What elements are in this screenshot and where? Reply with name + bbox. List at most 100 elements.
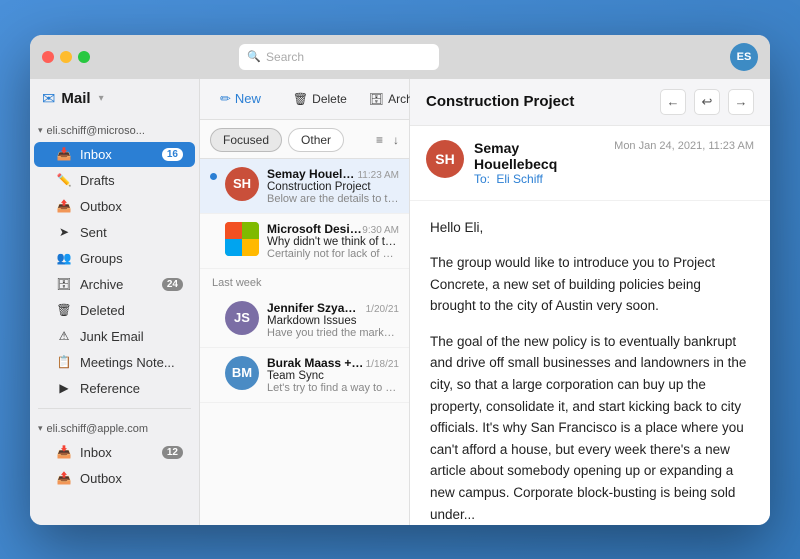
sidebar-item-label: Outbox [80, 471, 122, 486]
sidebar-item-groups[interactable]: 👥 Groups [34, 246, 195, 271]
sidebar-item-outbox-2[interactable]: 📤 Outbox [34, 466, 195, 491]
email-subject: Why didn't we think of this? [267, 236, 399, 248]
archive-badge: 24 [162, 278, 183, 291]
email-header-info: Semay Houellebecq To: Eli Schiff [474, 140, 604, 186]
main-content: ✉ Mail ▾ ▾ eli.schiff@microso... 📥 Inbox… [30, 79, 770, 525]
drafts-icon: ✏️ [56, 173, 72, 187]
email-body: Hello Eli, The group would like to intro… [410, 201, 770, 525]
email-time: 9:30 AM [362, 225, 399, 236]
email-paragraph-1: The group would like to introduce you to… [430, 252, 750, 317]
sidebar-item-label: Junk Email [80, 329, 144, 344]
email-sender: Jennifer Szyamnski [267, 301, 366, 315]
sidebar-item-inbox-2[interactable]: 📥 Inbox 12 [34, 440, 195, 465]
groups-icon: 👥 [56, 251, 72, 265]
nav-buttons: ← ↩ → [660, 89, 754, 115]
sidebar-item-junk[interactable]: ⚠ Junk Email [34, 324, 195, 349]
forward-nav-button[interactable]: → [728, 89, 754, 115]
avatar: SH [225, 167, 259, 201]
email-top: Semay Houellebecq 11:23 AM [267, 167, 399, 181]
email-header-date: Mon Jan 24, 2021, 11:23 AM [614, 140, 754, 152]
sidebar-item-label: Outbox [80, 199, 122, 214]
email-item[interactable]: Microsoft Design 9:30 AM Why didn't we t… [200, 214, 409, 269]
filter-icon[interactable]: ≡ [376, 133, 383, 147]
reading-pane: Construction Project ← ↩ → SH Semay Houe… [410, 79, 770, 525]
avatar: JS [225, 301, 259, 335]
sidebar-item-label: Drafts [80, 173, 115, 188]
sidebar-item-label: Inbox [80, 445, 112, 460]
sent-icon: ➤ [56, 225, 72, 239]
other-tab[interactable]: Other [288, 128, 344, 152]
sidebar-divider [38, 408, 191, 409]
reading-toolbar: Construction Project ← ↩ → [410, 79, 770, 126]
sidebar-item-label: Sent [80, 225, 107, 240]
avatar-initials: ES [737, 51, 752, 63]
account-chevron-2-icon: ▾ [38, 423, 43, 434]
email-subject-title: Construction Project [426, 93, 660, 110]
email-toolbar: ✏ New 🗑 Delete 🗄 Archive 📁 Move 🚩 [200, 79, 409, 120]
reply-nav-button[interactable]: ↩ [694, 89, 720, 115]
email-top: Burak Maass + 2 others 1/18/21 [267, 356, 399, 370]
sidebar-item-deleted[interactable]: 🗑 Deleted [34, 298, 195, 323]
account-chevron-icon: ▾ [38, 125, 43, 136]
email-header-to: To: Eli Schiff [474, 172, 604, 186]
email-time: 1/20/21 [366, 304, 399, 315]
deleted-icon: 🗑 [56, 303, 72, 317]
account-header-2[interactable]: ▾ eli.schiff@apple.com [30, 419, 199, 439]
inbox-2-icon: 📥 [56, 445, 72, 459]
new-email-button[interactable]: ✏ New [212, 87, 269, 111]
sidebar-app-name: Mail [61, 90, 90, 107]
focused-tab[interactable]: Focused [210, 128, 282, 152]
close-button[interactable] [42, 51, 54, 63]
sidebar-item-inbox[interactable]: 📥 Inbox 16 [34, 142, 195, 167]
email-item[interactable]: JS Jennifer Szyamnski 1/20/21 Markdown I… [200, 293, 409, 348]
delete-button[interactable]: 🗑 Delete [285, 88, 355, 110]
email-subject: Markdown Issues [267, 315, 399, 327]
email-subject: Construction Project [267, 181, 399, 193]
email-time: 11:23 AM [357, 170, 399, 181]
delete-label: Delete [312, 92, 347, 106]
email-content: Semay Houellebecq 11:23 AM Construction … [267, 167, 399, 205]
minimize-button[interactable] [60, 51, 72, 63]
app-window: 🔍 Search ES ✉ Mail ▾ ▾ eli.schiff@micros… [30, 35, 770, 525]
sidebar-item-meetings[interactable]: 📋 Meetings Note... [34, 350, 195, 375]
account-name-2: eli.schiff@apple.com [47, 423, 148, 435]
sort-icon[interactable]: ↓ [393, 133, 399, 147]
chevron-down-icon: ▾ [99, 93, 104, 104]
email-time: 1/18/21 [366, 359, 399, 370]
email-item[interactable]: SH Semay Houellebecq 11:23 AM Constructi… [200, 159, 409, 214]
sidebar-item-label: Groups [80, 251, 123, 266]
sidebar-item-label: Archive [80, 277, 123, 292]
email-sender: Burak Maass + 2 others [267, 356, 366, 370]
back-nav-button[interactable]: ← [660, 89, 686, 115]
email-preview: Let's try to find a way to schedule a... [267, 382, 399, 394]
search-placeholder: Search [266, 50, 304, 64]
user-avatar[interactable]: ES [730, 43, 758, 71]
sidebar-item-reference[interactable]: ▶ Reference [34, 376, 195, 401]
search-bar[interactable]: 🔍 Search [239, 44, 439, 70]
inbox-icon: 📥 [56, 147, 72, 161]
email-top: Microsoft Design 9:30 AM [267, 222, 399, 236]
meetings-icon: 📋 [56, 355, 72, 369]
sidebar-item-drafts[interactable]: ✏️ Drafts [34, 168, 195, 193]
delete-icon: 🗑 [293, 92, 308, 106]
account-header-1[interactable]: ▾ eli.schiff@microso... [30, 121, 199, 141]
reference-icon: ▶ [56, 381, 72, 395]
email-list-pane: ✏ New 🗑 Delete 🗄 Archive 📁 Move 🚩 [200, 79, 410, 525]
archive-icon: 🗄 [56, 277, 72, 291]
email-item[interactable]: BM Burak Maass + 2 others 1/18/21 Team S… [200, 348, 409, 403]
sidebar-item-archive[interactable]: 🗄 Archive 24 [34, 272, 195, 297]
email-header-sender: Semay Houellebecq [474, 140, 604, 172]
email-list: SH Semay Houellebecq 11:23 AM Constructi… [200, 159, 409, 525]
sidebar-item-outbox[interactable]: 📤 Outbox [34, 194, 195, 219]
sidebar-item-sent[interactable]: ➤ Sent [34, 220, 195, 245]
email-paragraph-2: The goal of the new policy is to eventua… [430, 331, 750, 525]
sidebar: ✉ Mail ▾ ▾ eli.schiff@microso... 📥 Inbox… [30, 79, 200, 525]
sidebar-item-label: Meetings Note... [80, 355, 175, 370]
avatar [225, 222, 259, 256]
sidebar-mail-header[interactable]: ✉ Mail ▾ [30, 79, 199, 119]
traffic-lights [42, 51, 90, 63]
to-label: To: [474, 172, 490, 186]
archive-icon: 🗄 [369, 92, 384, 106]
maximize-button[interactable] [78, 51, 90, 63]
email-top: Jennifer Szyamnski 1/20/21 [267, 301, 399, 315]
